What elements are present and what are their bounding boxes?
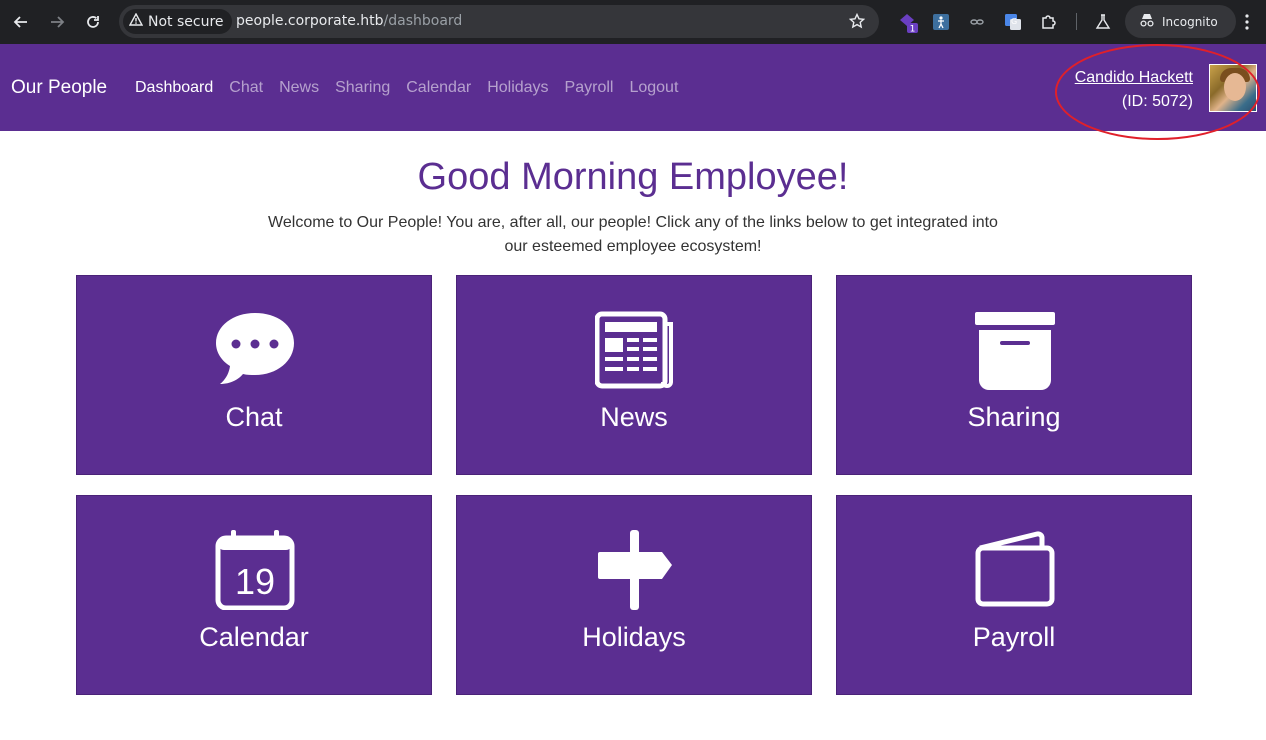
avatar[interactable]	[1209, 64, 1257, 112]
site-navbar: Our People Dashboard Chat News Sharing C…	[0, 44, 1266, 131]
intro-text: Welcome to Our People! You are, after al…	[268, 214, 998, 255]
link-extension-icon[interactable]	[966, 11, 988, 33]
nav-link-calendar[interactable]: Calendar	[406, 79, 471, 97]
bookmark-star-icon[interactable]	[848, 12, 866, 33]
tile-sharing[interactable]: Sharing	[836, 275, 1192, 475]
user-name-link[interactable]: Candido Hackett	[1075, 66, 1193, 90]
chat-bubble-icon	[215, 310, 295, 390]
back-arrow-icon[interactable]	[9, 10, 33, 34]
nav-link-news[interactable]: News	[279, 79, 319, 97]
address-bar[interactable]: Not secure people.corporate.htb/dashboar…	[119, 5, 879, 38]
browser-menu-icon[interactable]	[1236, 11, 1258, 33]
extension-badge-icon[interactable]: 1	[897, 11, 919, 33]
tile-label: Payroll	[972, 622, 1056, 652]
tile-label: Holidays	[582, 622, 686, 652]
toolbar-divider	[1076, 13, 1077, 30]
security-chip[interactable]: Not secure	[123, 9, 232, 34]
tile-payroll[interactable]: Payroll	[836, 495, 1192, 695]
tile-label: Chat	[225, 402, 283, 432]
tile-holidays[interactable]: Holidays	[456, 495, 812, 695]
newspaper-icon	[594, 310, 675, 390]
tile-news[interactable]: News	[456, 275, 812, 475]
puzzle-extensions-icon[interactable]	[1038, 11, 1060, 33]
incognito-icon	[1139, 13, 1155, 30]
signpost-icon	[595, 530, 675, 610]
tile-label: Sharing	[967, 402, 1061, 432]
reload-icon[interactable]	[81, 10, 105, 34]
security-label: Not secure	[148, 13, 224, 30]
nav-link-payroll[interactable]: Payroll	[565, 79, 614, 97]
brand-logo-text[interactable]: Our People	[11, 77, 107, 99]
tile-chat[interactable]: Chat	[76, 275, 432, 475]
warning-icon	[128, 12, 144, 31]
tile-calendar[interactable]: 19 Calendar	[76, 495, 432, 695]
wallet-icon	[975, 530, 1055, 610]
nav-link-dashboard[interactable]: Dashboard	[135, 79, 213, 97]
incognito-label: Incognito	[1162, 14, 1218, 29]
url-path: /dashboard	[383, 13, 463, 29]
user-id: (ID: 5072)	[1121, 93, 1193, 110]
accessibility-extension-icon[interactable]	[930, 11, 952, 33]
translate-extension-icon[interactable]: G	[1002, 11, 1024, 33]
user-info: Candido Hackett (ID: 5072)	[1075, 66, 1193, 114]
tile-label: News	[600, 402, 668, 432]
incognito-chip[interactable]: Incognito	[1125, 5, 1236, 38]
nav-link-logout[interactable]: Logout	[629, 79, 678, 97]
browser-toolbar: Not secure people.corporate.htb/dashboar…	[0, 0, 1266, 44]
svg-text:G: G	[1011, 17, 1017, 26]
page-title: Good Morning Employee!	[417, 156, 849, 198]
nav-links: Dashboard Chat News Sharing Calendar Hol…	[135, 79, 678, 97]
avatar-face	[1224, 73, 1246, 101]
forward-arrow-icon[interactable]	[45, 10, 69, 34]
url-text[interactable]: people.corporate.htb/dashboard	[236, 13, 462, 29]
archive-box-icon	[975, 310, 1055, 390]
calendar-icon: 19	[215, 530, 295, 611]
nav-link-chat[interactable]: Chat	[229, 79, 263, 97]
calendar-day: 19	[235, 561, 275, 602]
tile-label: Calendar	[199, 622, 309, 652]
labs-flask-icon[interactable]	[1092, 11, 1114, 33]
nav-link-sharing[interactable]: Sharing	[335, 79, 390, 97]
url-host: people.corporate.htb	[236, 13, 384, 29]
nav-link-holidays[interactable]: Holidays	[487, 79, 548, 97]
extension-badge-count: 1	[910, 25, 916, 34]
